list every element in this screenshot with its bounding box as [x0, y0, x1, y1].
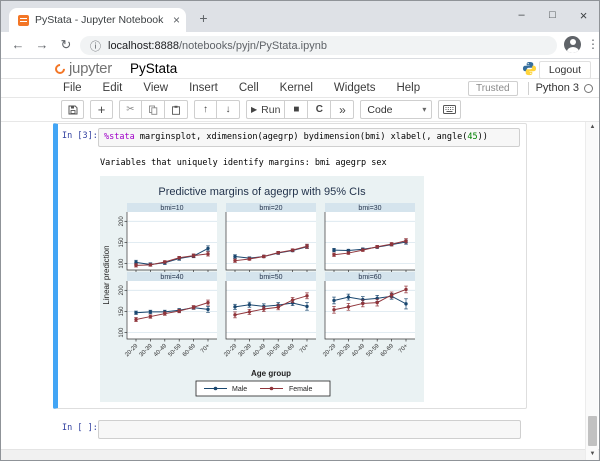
svg-text:200: 200: [119, 216, 125, 227]
stata-chart: Predictive margins of agegrp with 95% CI…: [100, 176, 424, 402]
cut-cell-button[interactable]: ✂: [119, 100, 142, 119]
page-bottom-strip: [1, 449, 599, 460]
forward-button[interactable]: →: [33, 36, 51, 54]
divider: [528, 82, 529, 95]
jupyter-logo-text[interactable]: jupyter: [69, 60, 112, 77]
trusted-badge: Trusted: [468, 81, 518, 96]
notebook-title[interactable]: PyStata: [130, 61, 177, 76]
add-cell-button[interactable]: +: [90, 100, 113, 119]
scroll-up-icon[interactable]: ▲: [586, 122, 599, 133]
svg-text:Male: Male: [232, 386, 247, 393]
move-cell-up-button[interactable]: ↑: [194, 100, 217, 119]
svg-text:100: 100: [119, 327, 125, 338]
copy-cell-button[interactable]: [142, 100, 165, 119]
play-icon: ▶: [251, 105, 257, 114]
empty-code-input[interactable]: [98, 420, 521, 439]
svg-text:100: 100: [119, 258, 125, 269]
scrollbar-thumb[interactable]: [588, 416, 597, 446]
run-button[interactable]: ▶Run: [246, 100, 285, 119]
close-window-button[interactable]: ×: [568, 1, 599, 29]
empty-code-cell[interactable]: In [ ]:: [53, 420, 527, 439]
menu-item-insert[interactable]: Insert: [189, 82, 218, 94]
jupyter-logo-icon: [53, 61, 67, 75]
maximize-button[interactable]: □: [537, 1, 568, 29]
restart-run-all-icon[interactable]: »: [331, 100, 354, 119]
kernel-status-icon: [584, 84, 593, 93]
cell-type-select[interactable]: Code ▾: [360, 100, 432, 119]
browser-tab[interactable]: PyStata - Jupyter Notebook ×: [9, 8, 186, 32]
move-cell-down-button[interactable]: ↓: [217, 100, 240, 119]
notebook-menubar: File Edit View Insert Cell Kernel Widget…: [1, 79, 599, 98]
tab-close-icon[interactable]: ×: [173, 14, 180, 26]
scroll-down-icon[interactable]: ▼: [586, 449, 599, 460]
jupyter-favicon-icon: [18, 15, 29, 26]
browser-window: PyStata - Jupyter Notebook × + – □ × ← →…: [0, 0, 600, 461]
menu-item-view[interactable]: View: [143, 82, 168, 94]
back-button[interactable]: ←: [9, 36, 27, 54]
svg-text:bmi=20: bmi=20: [259, 205, 282, 212]
tab-strip: PyStata - Jupyter Notebook × + – □ ×: [1, 1, 599, 32]
notebook-header: jupyter PyStata Logout: [1, 59, 599, 79]
input-prompt: In [ ]:: [62, 420, 98, 439]
restart-kernel-icon[interactable]: C: [308, 100, 331, 119]
url-host: localhost:8888: [108, 40, 179, 52]
chevron-down-icon: ▾: [422, 105, 426, 114]
profile-avatar-icon[interactable]: [564, 36, 581, 53]
menu-item-widgets[interactable]: Widgets: [334, 82, 376, 94]
new-tab-button[interactable]: +: [195, 10, 212, 27]
svg-text:bmi=40: bmi=40: [160, 274, 183, 281]
python-logo-icon: [522, 61, 537, 81]
paste-cell-button[interactable]: [165, 100, 188, 119]
tab-title: PyStata - Jupyter Notebook: [35, 14, 169, 26]
url-path: /notebooks/pyjn/PyStata.ipynb: [179, 40, 327, 52]
svg-text:150: 150: [119, 306, 125, 317]
code-cell[interactable]: In [3]: %stata marginsplot, xdimension(a…: [53, 123, 527, 409]
browser-menu-icon[interactable]: ⋮: [587, 37, 599, 51]
svg-text:Predictive margins of agegrp w: Predictive margins of agegrp with 95% CI…: [158, 186, 366, 198]
magic-token: %stata: [104, 132, 135, 142]
menu-item-help[interactable]: Help: [396, 82, 420, 94]
svg-text:bmi=10: bmi=10: [160, 205, 183, 212]
svg-text:Linear prediction: Linear prediction: [102, 245, 111, 304]
save-button[interactable]: [61, 100, 84, 119]
svg-text:150: 150: [119, 237, 125, 248]
menu-item-cell[interactable]: Cell: [239, 82, 259, 94]
marginsplot-svg: Predictive margins of agegrp with 95% CI…: [100, 176, 424, 402]
page-scrollbar[interactable]: ▲ ▼: [585, 122, 598, 460]
notebook-body: In [3]: %stata marginsplot, xdimension(a…: [1, 122, 599, 449]
kernel-name: Python 3: [536, 82, 579, 94]
site-info-icon[interactable]: ⓘ: [90, 38, 101, 54]
jupyter-page: jupyter PyStata Logout File Edit View In…: [1, 59, 599, 460]
interrupt-kernel-button[interactable]: ■: [285, 100, 308, 119]
minimize-button[interactable]: –: [506, 1, 537, 29]
svg-text:200: 200: [119, 285, 125, 296]
svg-text:bmi=30: bmi=30: [358, 205, 381, 212]
code-input[interactable]: %stata marginsplot, xdimension(agegrp) b…: [98, 128, 520, 147]
menu-item-kernel[interactable]: Kernel: [280, 82, 313, 94]
number-token: 45: [467, 132, 477, 142]
menu-item-file[interactable]: File: [63, 82, 82, 94]
svg-text:Female: Female: [289, 386, 312, 393]
address-bar[interactable]: ⓘ localhost:8888/notebooks/pyjn/PyStata.…: [80, 36, 557, 55]
code-token: )): [478, 132, 488, 142]
code-token: marginsplot, xdimension(agegrp) bydimens…: [135, 132, 468, 142]
svg-text:Age group: Age group: [251, 369, 291, 378]
cell-output-text: Variables that uniquely identify margins…: [100, 158, 520, 168]
input-prompt: In [3]:: [62, 128, 98, 145]
command-palette-button[interactable]: [438, 100, 461, 119]
svg-text:bmi=50: bmi=50: [259, 274, 282, 281]
window-controls: – □ ×: [506, 1, 599, 31]
svg-text:bmi=60: bmi=60: [358, 274, 381, 281]
browser-toolbar: ← → ↻ ⓘ localhost:8888/notebooks/pyjn/Py…: [1, 32, 599, 59]
notebook-toolbar: + ✂ ↑ ↓ ▶Run ■ C » Code ▾: [1, 98, 599, 122]
menu-item-edit[interactable]: Edit: [103, 82, 123, 94]
reload-button[interactable]: ↻: [57, 36, 75, 54]
logout-button[interactable]: Logout: [539, 61, 591, 79]
